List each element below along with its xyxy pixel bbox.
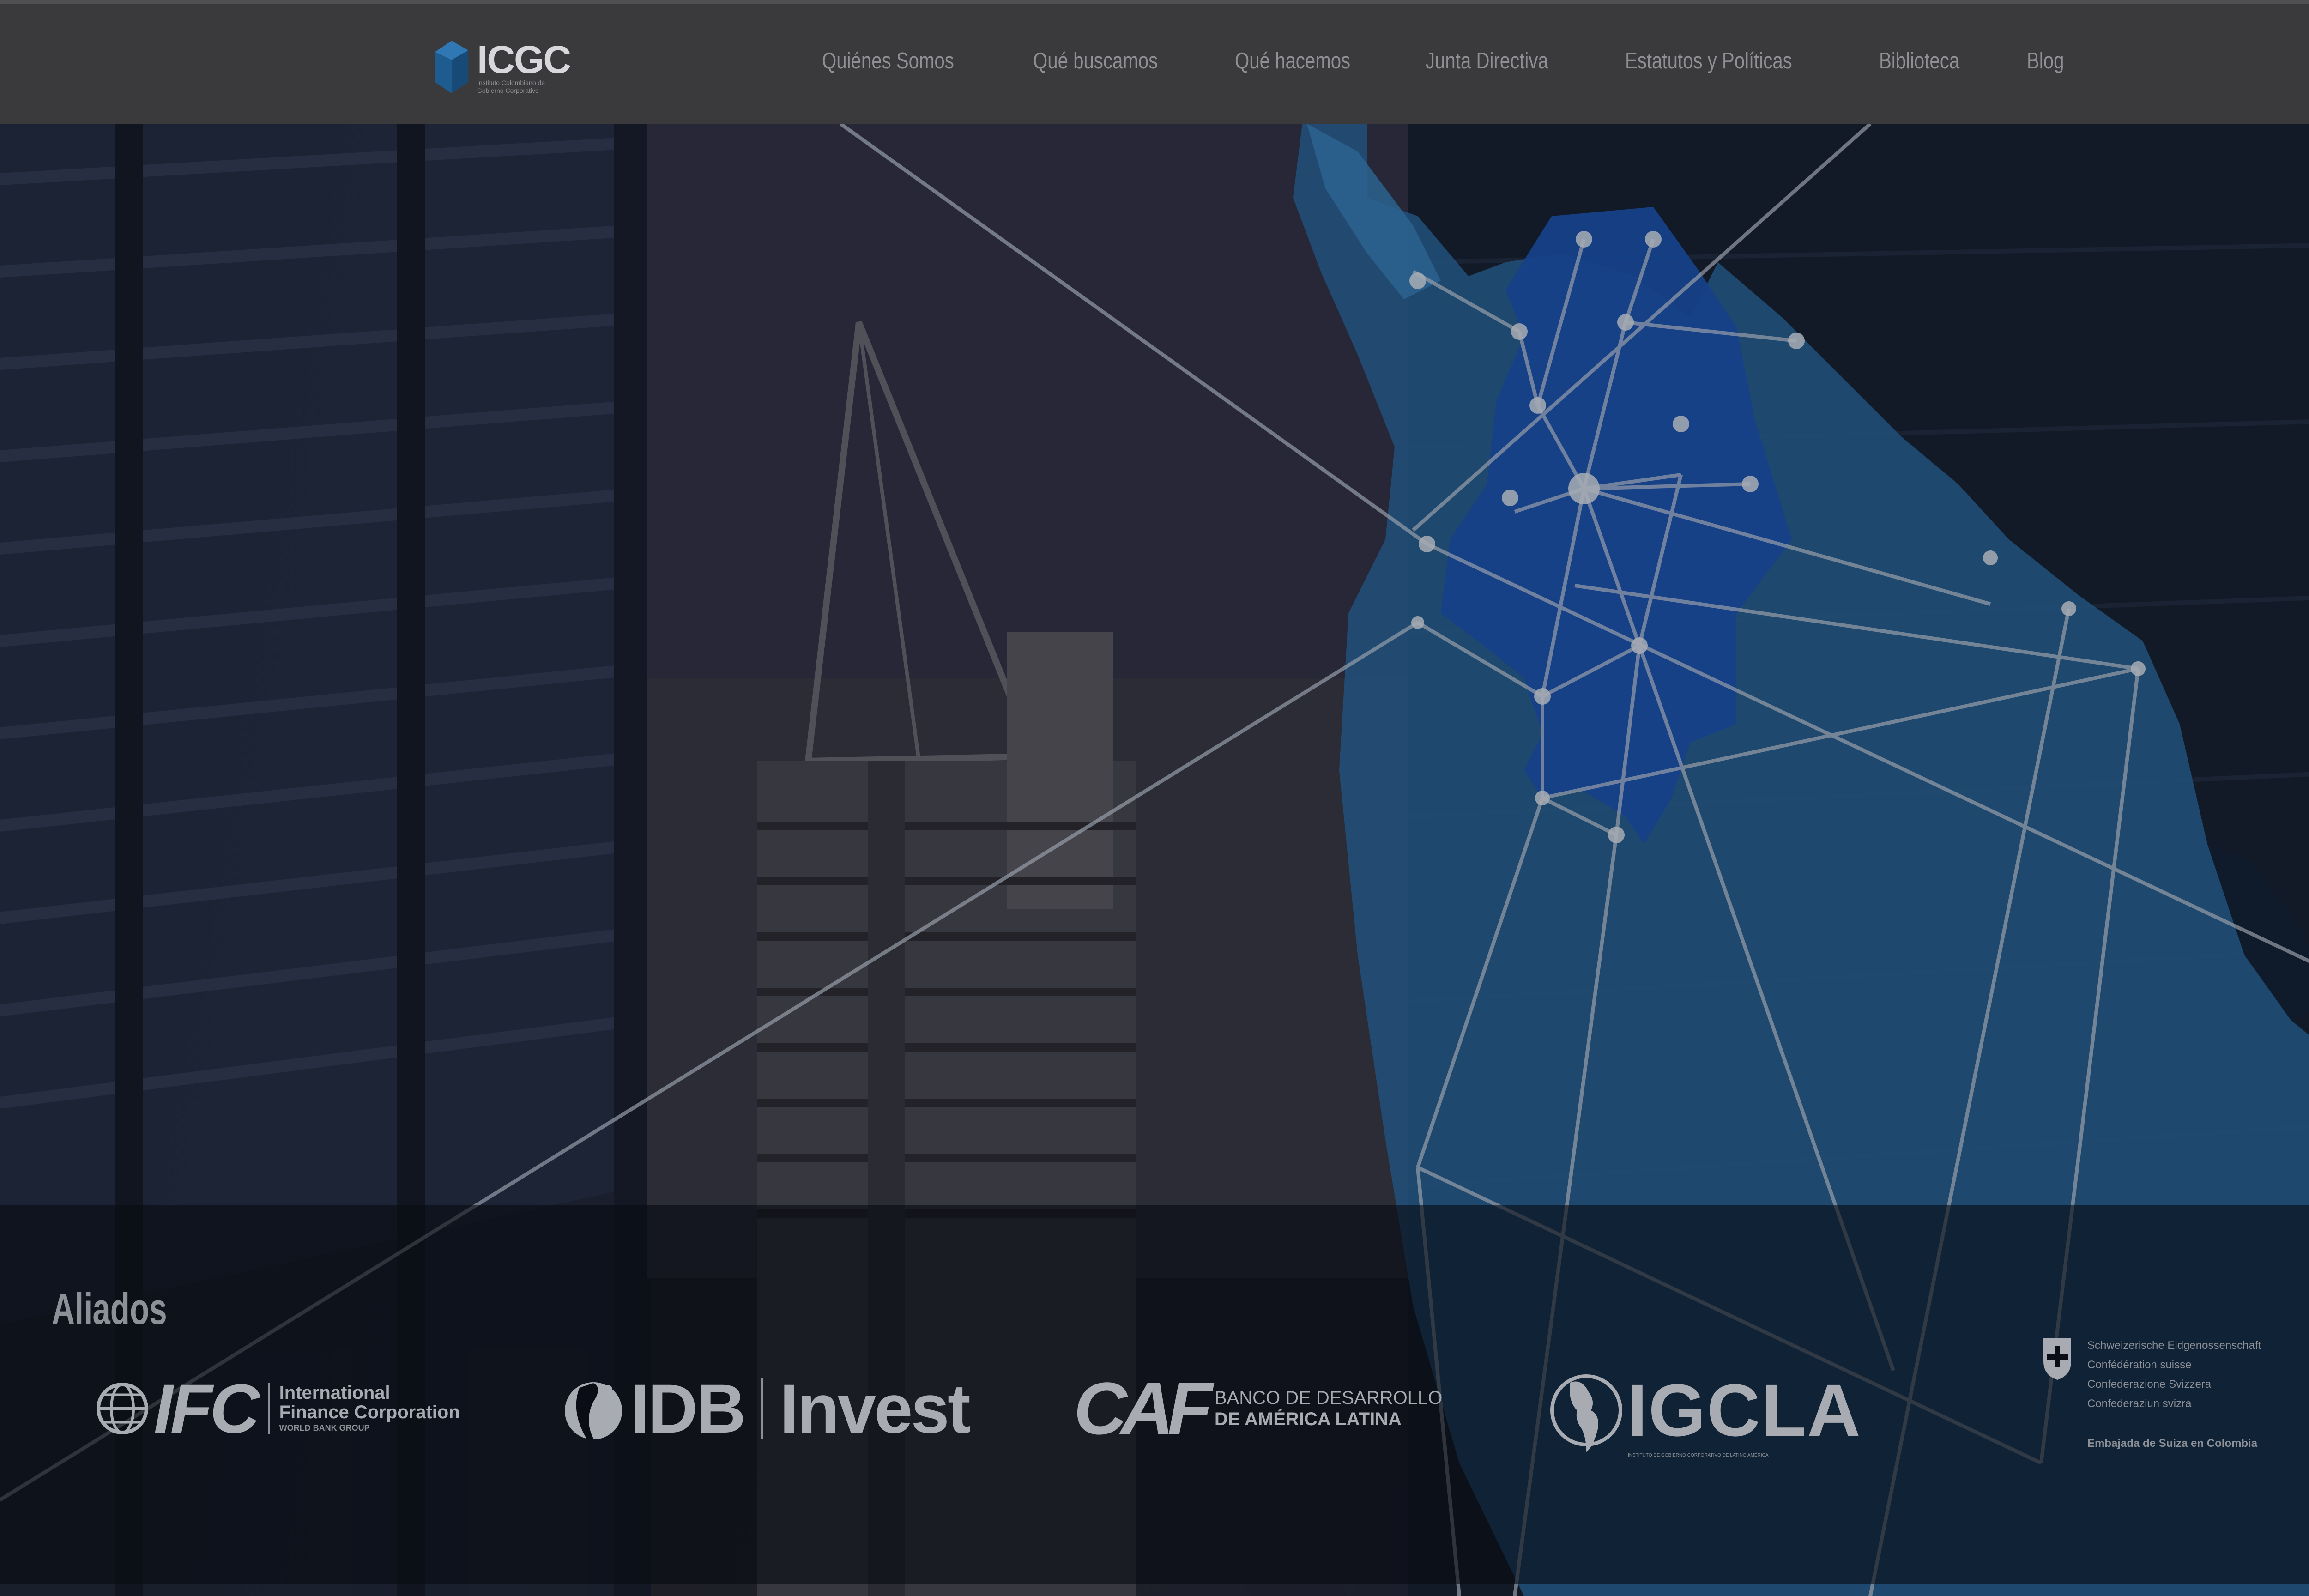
partner-idb-invest-logo[interactable]: IDB Invest xyxy=(561,1353,971,1464)
nav-quienes-somos[interactable]: Quiénes Somos xyxy=(822,48,954,74)
nav-que-buscamos[interactable]: Qué buscamos xyxy=(1033,48,1158,74)
ifc-line3: WORLD BANK GROUP xyxy=(279,1423,370,1433)
swiss-line4: Confederaziun svizra xyxy=(2087,1397,2192,1410)
partner-ifc-logo[interactable]: IFC International Finance Corporation WO… xyxy=(95,1353,460,1464)
idb-separator xyxy=(761,1378,763,1439)
caf-line1: BANCO DE DESARROLLO xyxy=(1214,1388,1443,1408)
swiss-line1: Schweizerische Eidgenossenschaft xyxy=(2087,1339,2261,1352)
partner-caf-logo[interactable]: CAF BANCO DE DESARROLLO DE AMÉRICA LATIN… xyxy=(1074,1353,1442,1464)
igcla-americas-icon xyxy=(1550,1374,1622,1452)
partner-igcla-logo[interactable]: IGCLA INSTITUTO DE GOBIERNO CORPORATIVO … xyxy=(1549,1353,1862,1464)
nav-biblioteca[interactable]: Biblioteca xyxy=(1879,48,1959,74)
site-logo[interactable]: ICGC Instituto Colombiano de Gobierno Co… xyxy=(432,30,571,104)
partners-title: Aliados xyxy=(52,1284,167,1334)
igcla-mark: IGCLA xyxy=(1627,1368,1862,1451)
logo-subtitle: Instituto Colombiano de Gobierno Corpora… xyxy=(477,79,545,94)
nav-que-hacemos[interactable]: Qué hacemos xyxy=(1235,48,1350,74)
ifc-line2: Finance Corporation xyxy=(279,1402,460,1422)
logo-hexagon-icon xyxy=(435,41,469,93)
globe-icon xyxy=(97,1383,148,1434)
top-navbar: ICGC Instituto Colombiano de Gobierno Co… xyxy=(0,0,2309,124)
nav-junta-directiva[interactable]: Junta Directiva xyxy=(1426,48,1548,74)
caf-text: BANCO DE DESARROLLO DE AMÉRICA LATINA xyxy=(1215,1387,1442,1430)
ifc-line1: International xyxy=(279,1383,390,1403)
swiss-text: Schweizerische Eidgenossenschaft Confédé… xyxy=(2087,1336,2261,1453)
partner-swiss-embassy-logo[interactable]: Schweizerische Eidgenossenschaft Confédé… xyxy=(2041,1336,2261,1453)
swiss-embassy: Embajada de Suiza en Colombia xyxy=(2087,1437,2258,1450)
idb-continents-icon xyxy=(565,1382,622,1439)
igcla-subtitle: INSTITUTO DE GOBIERNO CORPORATIVO DE LAT… xyxy=(1628,1452,1769,1458)
swiss-shield-icon xyxy=(2043,1338,2071,1380)
idb-mark: IDB xyxy=(630,1369,746,1447)
nav-blog[interactable]: Blog xyxy=(2027,48,2064,74)
swiss-line2: Confédération suisse xyxy=(2087,1359,2192,1371)
caf-line2: DE AMÉRICA LATINA xyxy=(1214,1409,1402,1429)
partners-section: Aliados IFC International Finance Corpor… xyxy=(0,1205,2309,1584)
main-nav: Quiénes Somos Qué buscamos Qué hacemos J… xyxy=(822,48,2072,74)
ifc-text: International Finance Corporation WORLD … xyxy=(268,1383,460,1434)
logo-name: ICGC xyxy=(477,38,571,81)
idb-invest-word: Invest xyxy=(780,1369,971,1447)
nav-estatutos-politicas[interactable]: Estatutos y Políticas xyxy=(1625,48,1792,74)
ifc-mark: IFC xyxy=(154,1369,260,1447)
caf-mark: CAF xyxy=(1074,1367,1213,1450)
swiss-line3: Confederazione Svizzera xyxy=(2087,1378,2212,1390)
